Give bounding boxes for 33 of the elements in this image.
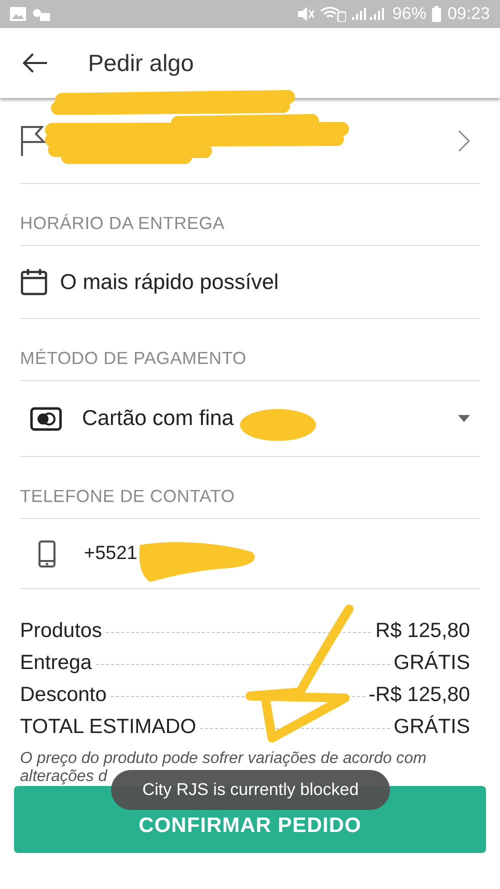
option-value[interactable]: Cartão com fina [82, 406, 458, 431]
battery-percent: 96% [392, 4, 426, 24]
chevron-icon[interactable] [458, 130, 470, 152]
card-icon [30, 406, 62, 430]
signal-icon [352, 7, 386, 21]
calendar-icon [20, 268, 48, 296]
option-value[interactable]: O mais rápido possível [60, 270, 470, 294]
price-note: O preço do produto pode sofrer variações de acordo com [20, 750, 426, 768]
summary-value: -R$ 125,80 [368, 683, 470, 707]
section-heading: MÉTODO DE PAGAMENTO [20, 348, 246, 369]
price-note: alterações d [20, 768, 108, 786]
page-title: Pedir algo [88, 50, 194, 76]
back-button[interactable] [22, 53, 48, 73]
summary-label: Entrega [20, 651, 92, 675]
summary-label: Produtos [20, 619, 102, 643]
dropdown-caret-icon[interactable] [458, 415, 470, 422]
battery-icon [432, 6, 442, 22]
image-icon [10, 7, 26, 21]
section-heading: HORÁRIO DA ENTREGA [20, 213, 225, 234]
wifi-icon [320, 6, 346, 22]
notification-icon [32, 7, 50, 21]
flag-icon [20, 124, 46, 156]
phone-icon [38, 540, 56, 568]
summary-value: GRÁTIS [394, 715, 470, 739]
summary-value: R$ 125,80 [375, 619, 470, 643]
mute-icon [298, 7, 314, 21]
phone-number[interactable]: +5521 [84, 542, 470, 564]
toast-message: City RJS is currently blocked [111, 770, 390, 810]
summary-label: Desconto [20, 683, 107, 707]
summary-label: TOTAL ESTIMADO [20, 715, 196, 739]
summary-value: GRÁTIS [394, 651, 470, 675]
clock-time: 09:23 [447, 4, 490, 24]
section-heading: TELEFONE DE CONTATO [20, 486, 235, 507]
